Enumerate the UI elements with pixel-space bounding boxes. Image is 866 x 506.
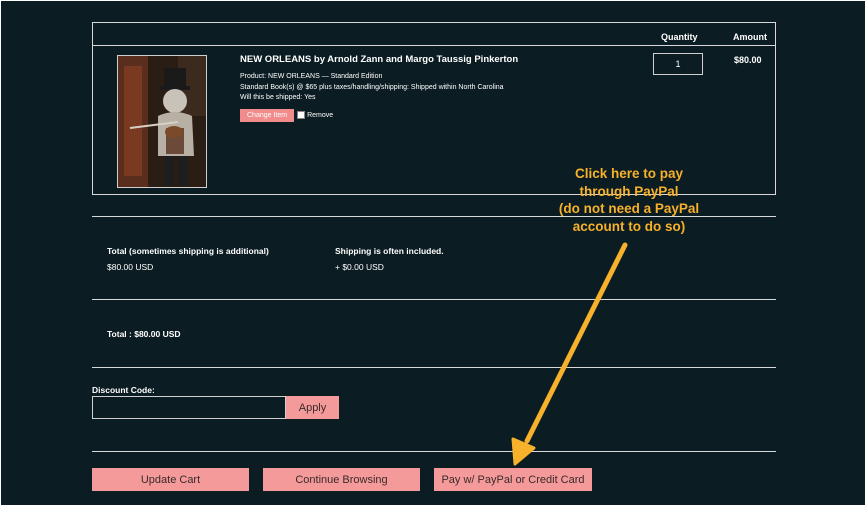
item-product: Product: NEW ORLEANS — Standard Edition (240, 73, 383, 80)
item-amount: $80.00 (734, 55, 762, 65)
remove-label: Remove (307, 111, 334, 119)
paypal-annotation: Click here to pay through PayPal (do not… (529, 165, 729, 235)
quantity-header: Quantity (661, 32, 698, 42)
item-actions: Change Item Remove (240, 108, 660, 122)
continue-browsing-button[interactable]: Continue Browsing (263, 468, 420, 491)
divider (92, 367, 776, 368)
pay-paypal-button[interactable]: Pay w/ PayPal or Credit Card (434, 468, 592, 491)
cart-page: Quantity Amount NEW ORLEANS by Arnold Za… (1, 1, 865, 505)
shipping-label: Shipping is often included. (335, 246, 444, 256)
discount-code-input[interactable] (92, 396, 286, 419)
divider (92, 451, 776, 452)
grand-total: Total : $80.00 USD (107, 329, 181, 339)
item-shipped: Will this be shipped: Yes (240, 94, 316, 101)
shipping-value: + $0.00 USD (335, 262, 384, 272)
total-label: Total (sometimes shipping is additional) (107, 246, 269, 256)
annotation-line: through PayPal (579, 183, 679, 199)
discount-label: Discount Code: (92, 385, 155, 395)
product-image (117, 55, 207, 188)
item-details: NEW ORLEANS by Arnold Zann and Margo Tau… (240, 54, 660, 122)
remove-checkbox[interactable] (297, 111, 306, 119)
update-cart-button[interactable]: Update Cart (92, 468, 249, 491)
change-item-button[interactable]: Change Item (240, 108, 295, 122)
item-price: Standard Book(s) @ $65 plus taxes/handli… (240, 83, 504, 91)
item-title: NEW ORLEANS by Arnold Zann and Margo Tau… (240, 54, 519, 65)
annotation-line: Click here to pay (574, 166, 684, 181)
quantity-input[interactable]: 1 (653, 53, 703, 75)
annotation-line: (do not need a PayPal (558, 201, 700, 216)
amount-header: Amount (733, 32, 767, 42)
apply-discount-button[interactable]: Apply (286, 396, 339, 419)
header-divider (93, 45, 775, 46)
annotation-line: account to do so) (572, 218, 686, 234)
divider (92, 299, 776, 300)
total-value: $80.00 USD (107, 262, 154, 272)
